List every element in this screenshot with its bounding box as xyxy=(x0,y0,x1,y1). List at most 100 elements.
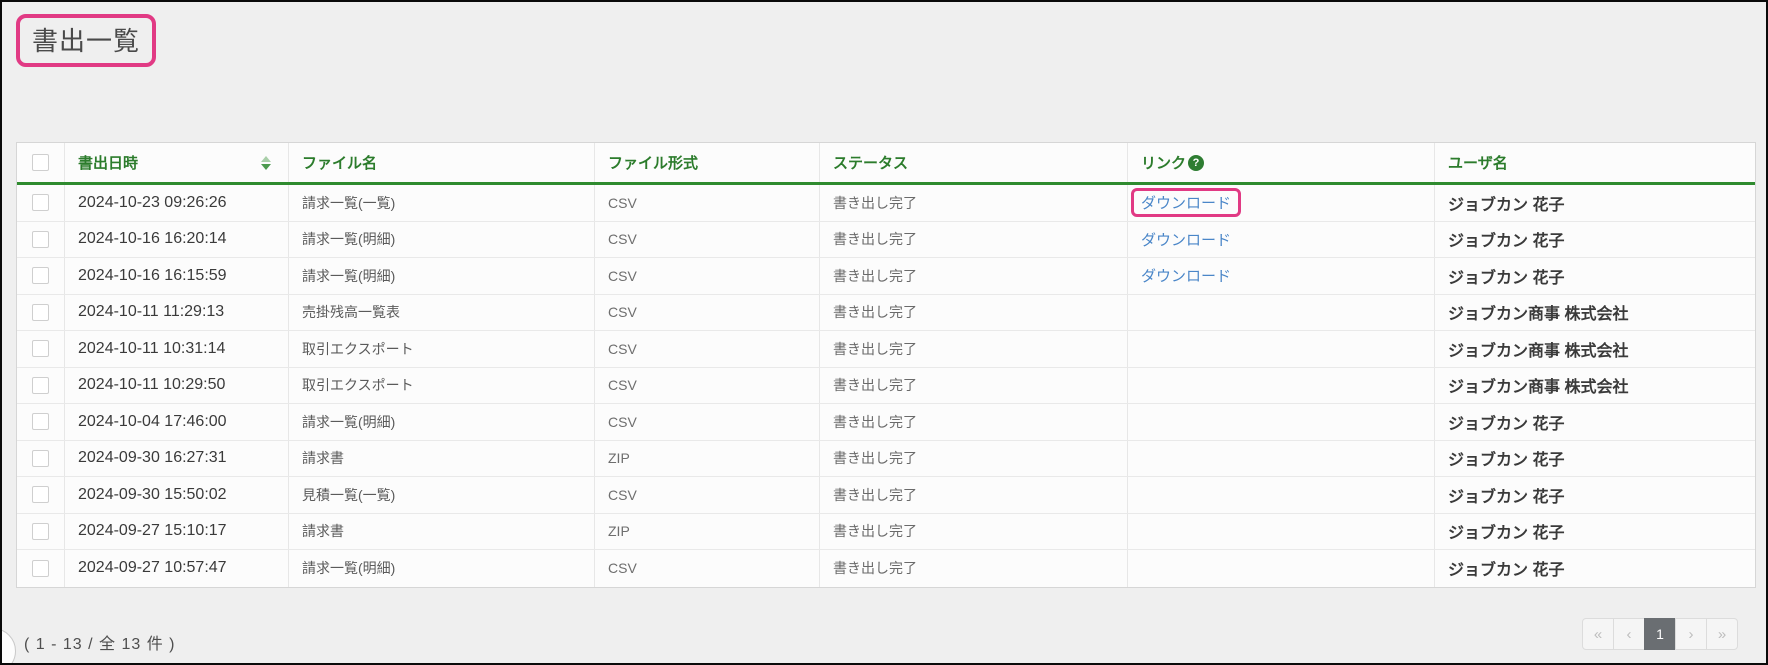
table-row: 2024-09-30 16:27:31 請求書 ZIP 書き出し完了 ジョブカン… xyxy=(17,441,1755,478)
cell-status: 書き出し完了 xyxy=(820,222,1128,258)
pagination-page-1-button[interactable]: 1 xyxy=(1644,618,1676,650)
cell-link: ダウンロード xyxy=(1128,222,1435,258)
table-row: 2024-10-23 09:26:26 請求一覧(一覧) CSV 書き出し完了 … xyxy=(17,185,1755,222)
row-checkbox[interactable] xyxy=(32,194,49,211)
cell-file-name: 請求一覧(明細) xyxy=(289,258,595,294)
cell-file-name: 取引エクスポート xyxy=(289,331,595,367)
pagination-next-button[interactable]: › xyxy=(1675,618,1707,650)
app-screen: 書出一覧 書出日時 ファイル名 ファイル形式 ステータス xyxy=(0,0,1768,665)
row-checkbox[interactable] xyxy=(32,560,49,577)
row-checkbox[interactable] xyxy=(32,340,49,357)
cell-file-format: ZIP xyxy=(595,441,820,477)
cell-file-format: CSV xyxy=(595,295,820,331)
help-question-icon[interactable]: ? xyxy=(1188,155,1204,171)
row-checkbox[interactable] xyxy=(32,413,49,430)
table-row: 2024-10-11 10:29:50 取引エクスポート CSV 書き出し完了 … xyxy=(17,368,1755,405)
download-link[interactable]: ダウンロード xyxy=(1141,195,1231,212)
table-row: 2024-09-27 10:57:47 請求一覧(明細) CSV 書き出し完了 … xyxy=(17,550,1755,587)
cell-file-name: 請求一覧(明細) xyxy=(289,222,595,258)
cell-status: 書き出し完了 xyxy=(820,368,1128,404)
pagination-prev-button[interactable]: ‹ xyxy=(1613,618,1645,650)
cell-export-datetime: 2024-10-11 10:31:14 xyxy=(65,331,289,367)
header-cell-export-datetime[interactable]: 書出日時 xyxy=(65,143,289,182)
download-link[interactable]: ダウンロード xyxy=(1141,268,1231,285)
cell-file-name: 請求書 xyxy=(289,441,595,477)
cell-link xyxy=(1128,477,1435,513)
cell-checkbox xyxy=(17,514,65,550)
cell-status: 書き出し完了 xyxy=(820,550,1128,587)
table-row: 2024-10-11 10:31:14 取引エクスポート CSV 書き出し完了 … xyxy=(17,331,1755,368)
cell-file-format: CSV xyxy=(595,404,820,440)
sort-icon[interactable] xyxy=(261,156,271,170)
cell-user-name: ジョブカン 花子 xyxy=(1435,258,1755,294)
cell-user-name: ジョブカン 花子 xyxy=(1435,404,1755,440)
cell-checkbox xyxy=(17,331,65,367)
sort-asc-arrow-icon xyxy=(261,156,271,162)
row-checkbox[interactable] xyxy=(32,267,49,284)
pagination-last-button[interactable]: » xyxy=(1706,618,1738,650)
header-cell-link: リンク ? xyxy=(1128,143,1435,182)
cell-checkbox xyxy=(17,222,65,258)
cell-file-format: CSV xyxy=(595,368,820,404)
cell-checkbox xyxy=(17,258,65,294)
cell-checkbox xyxy=(17,295,65,331)
cell-user-name: ジョブカン商事 株式会社 xyxy=(1435,295,1755,331)
sort-desc-arrow-icon xyxy=(261,164,271,170)
cell-checkbox xyxy=(17,477,65,513)
row-checkbox[interactable] xyxy=(32,450,49,467)
row-checkbox[interactable] xyxy=(32,523,49,540)
download-link-wrap: ダウンロード xyxy=(1131,188,1241,217)
cell-status: 書き出し完了 xyxy=(820,404,1128,440)
cell-export-datetime: 2024-10-16 16:20:14 xyxy=(65,222,289,258)
cell-status: 書き出し完了 xyxy=(820,441,1128,477)
header-cell-checkbox xyxy=(17,143,65,182)
row-checkbox[interactable] xyxy=(32,486,49,503)
cell-export-datetime: 2024-10-11 11:29:13 xyxy=(65,295,289,331)
table-row: 2024-10-16 16:15:59 請求一覧(明細) CSV 書き出し完了 … xyxy=(17,258,1755,295)
download-link[interactable]: ダウンロード xyxy=(1141,232,1231,249)
select-all-checkbox[interactable] xyxy=(32,154,49,171)
cell-export-datetime: 2024-10-16 16:15:59 xyxy=(65,258,289,294)
annotation-highlight-title: 書出一覧 xyxy=(16,14,156,67)
cell-user-name: ジョブカン 花子 xyxy=(1435,222,1755,258)
cell-file-format: CSV xyxy=(595,550,820,587)
row-checkbox[interactable] xyxy=(32,231,49,248)
table-row: 2024-10-11 11:29:13 売掛残高一覧表 CSV 書き出し完了 ジ… xyxy=(17,295,1755,332)
pagination-first-button[interactable]: « xyxy=(1582,618,1614,650)
header-label-export-datetime: 書出日時 xyxy=(78,152,138,173)
cell-file-format: CSV xyxy=(595,222,820,258)
row-checkbox[interactable] xyxy=(32,377,49,394)
cell-link xyxy=(1128,550,1435,587)
export-table: 書出日時 ファイル名 ファイル形式 ステータス リンク ? ユーザ名 xyxy=(16,142,1756,588)
cell-file-format: CSV xyxy=(595,258,820,294)
cell-export-datetime: 2024-10-11 10:29:50 xyxy=(65,368,289,404)
cell-file-format: CSV xyxy=(595,477,820,513)
cell-export-datetime: 2024-09-27 10:57:47 xyxy=(65,550,289,587)
cell-file-name: 請求一覧(明細) xyxy=(289,550,595,587)
cell-file-format: CSV xyxy=(595,331,820,367)
cell-export-datetime: 2024-09-27 15:10:17 xyxy=(65,514,289,550)
header-label-status: ステータス xyxy=(833,152,908,173)
cell-user-name: ジョブカン 花子 xyxy=(1435,441,1755,477)
cell-user-name: ジョブカン 花子 xyxy=(1435,477,1755,513)
cell-link: ダウンロード xyxy=(1128,185,1435,221)
table-header-row: 書出日時 ファイル名 ファイル形式 ステータス リンク ? ユーザ名 xyxy=(17,143,1755,185)
row-checkbox[interactable] xyxy=(32,304,49,321)
cell-status: 書き出し完了 xyxy=(820,514,1128,550)
cell-file-name: 請求一覧(一覧) xyxy=(289,185,595,221)
table-row: 2024-09-30 15:50:02 見積一覧(一覧) CSV 書き出し完了 … xyxy=(17,477,1755,514)
table-body: 2024-10-23 09:26:26 請求一覧(一覧) CSV 書き出し完了 … xyxy=(17,185,1755,587)
header-cell-status: ステータス xyxy=(820,143,1128,182)
header-cell-user-name: ユーザ名 xyxy=(1435,143,1755,182)
cell-user-name: ジョブカン商事 株式会社 xyxy=(1435,368,1755,404)
cell-link: ダウンロード xyxy=(1128,258,1435,294)
header-cell-file-format: ファイル形式 xyxy=(595,143,820,182)
cell-status: 書き出し完了 xyxy=(820,477,1128,513)
cell-checkbox xyxy=(17,550,65,587)
cell-user-name: ジョブカン商事 株式会社 xyxy=(1435,331,1755,367)
table-row: 2024-10-16 16:20:14 請求一覧(明細) CSV 書き出し完了 … xyxy=(17,222,1755,259)
cell-link xyxy=(1128,404,1435,440)
cell-file-name: 取引エクスポート xyxy=(289,368,595,404)
cell-link xyxy=(1128,331,1435,367)
floating-help-button[interactable] xyxy=(0,628,16,665)
